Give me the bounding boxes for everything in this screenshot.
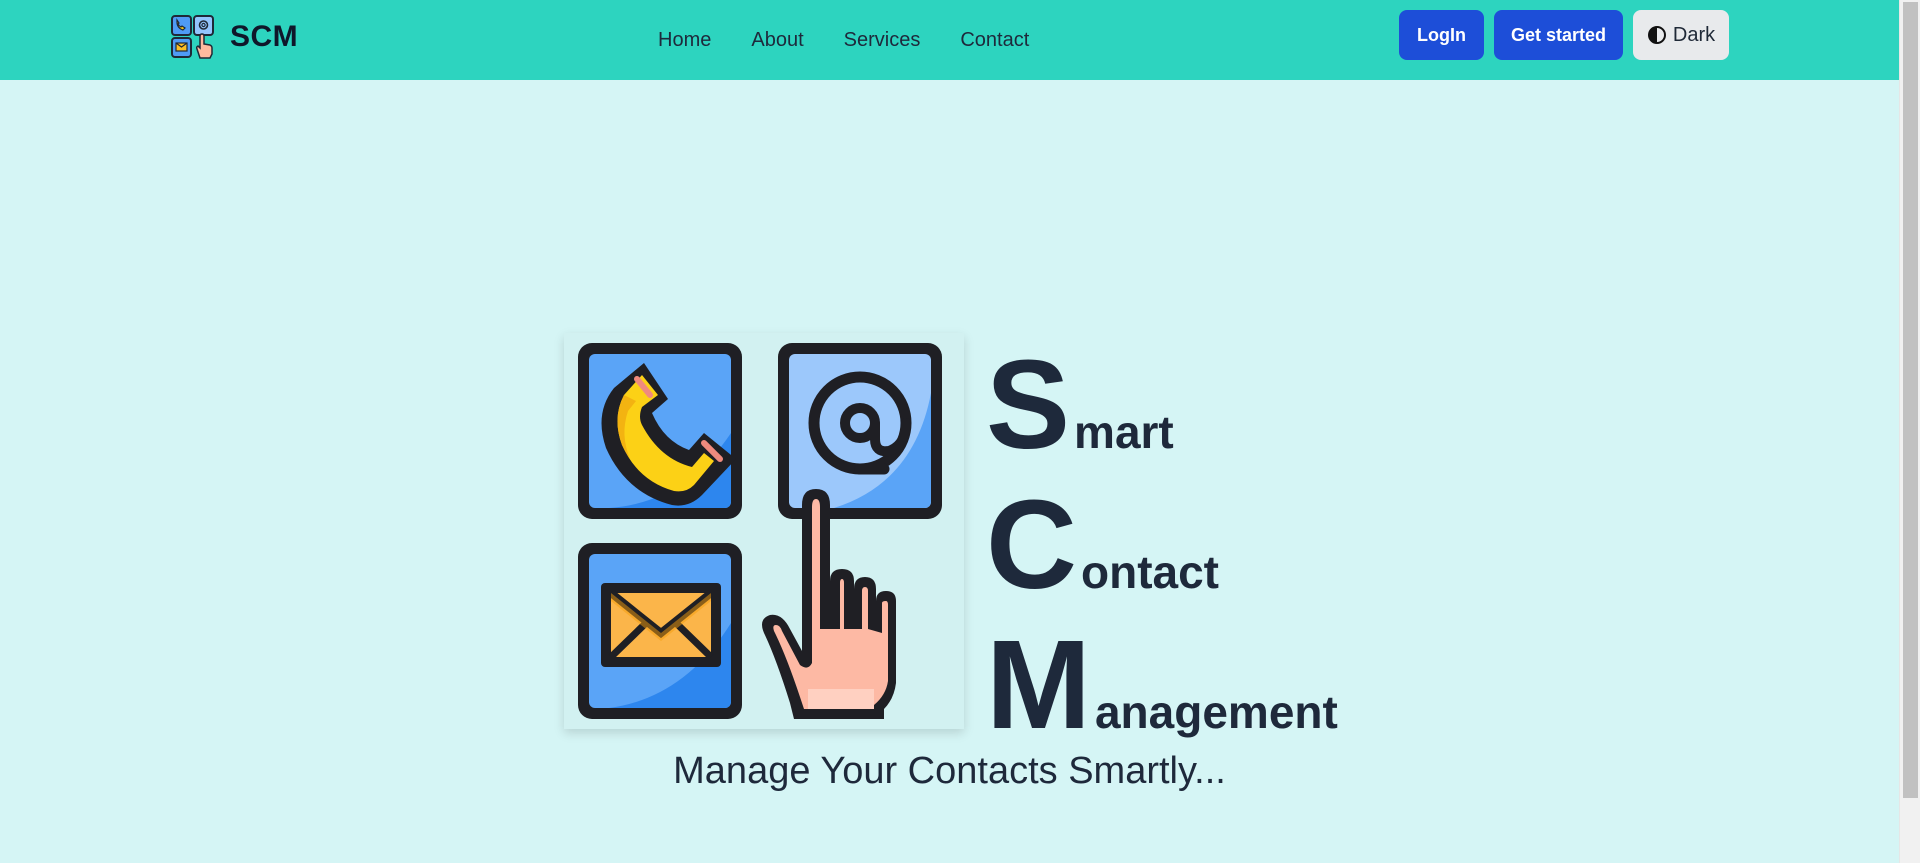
nav-item-services: Services [844, 29, 921, 52]
nav-link-contact[interactable]: Contact [960, 29, 1029, 51]
nav-actions: LogIn Get started Dark [1399, 10, 1729, 60]
brand-logo-icon [171, 15, 214, 59]
wordmark-initial-s: S [986, 334, 1071, 475]
wordmark-rest-contact: ontact [1081, 546, 1219, 598]
nav-menu: Home About Services Contact [658, 0, 1029, 80]
navbar: SCM Home About Services Contact LogIn Ge… [0, 0, 1899, 80]
brand-link[interactable]: SCM [170, 14, 298, 60]
wordmark-line-smart: S mart [986, 335, 1338, 475]
hero-tagline: Manage Your Contacts Smartly... [673, 750, 1226, 792]
nav-link-home[interactable]: Home [658, 29, 711, 51]
nav-item-contact: Contact [960, 29, 1029, 52]
wordmark-rest-smart: mart [1074, 406, 1174, 458]
login-button[interactable]: LogIn [1399, 10, 1484, 60]
wordmark-line-contact: C ontact [986, 475, 1338, 615]
phone-email-mail-pointer-logo-icon [578, 343, 942, 719]
theme-toggle-button[interactable]: Dark [1633, 10, 1729, 60]
wordmark-initial-c: C [986, 474, 1077, 615]
hero-wordmark: S mart C ontact M anagement [986, 335, 1338, 755]
scrollbar-thumb[interactable] [1903, 2, 1918, 798]
wordmark-line-management: M anagement [986, 615, 1338, 755]
nav-item-home: Home [658, 29, 711, 52]
half-circle-contrast-icon [1647, 26, 1666, 44]
nav-link-services[interactable]: Services [844, 29, 921, 51]
hero-logo-box [564, 333, 964, 729]
wordmark-initial-m: M [986, 614, 1091, 755]
get-started-button[interactable]: Get started [1494, 10, 1623, 60]
theme-toggle-label: Dark [1672, 23, 1716, 46]
nav-link-about[interactable]: About [751, 29, 803, 51]
nav-item-about: About [751, 29, 803, 52]
wordmark-rest-management: anagement [1094, 686, 1338, 738]
page-scrollbar[interactable] [1899, 0, 1920, 863]
brand-name: SCM [230, 20, 299, 53]
